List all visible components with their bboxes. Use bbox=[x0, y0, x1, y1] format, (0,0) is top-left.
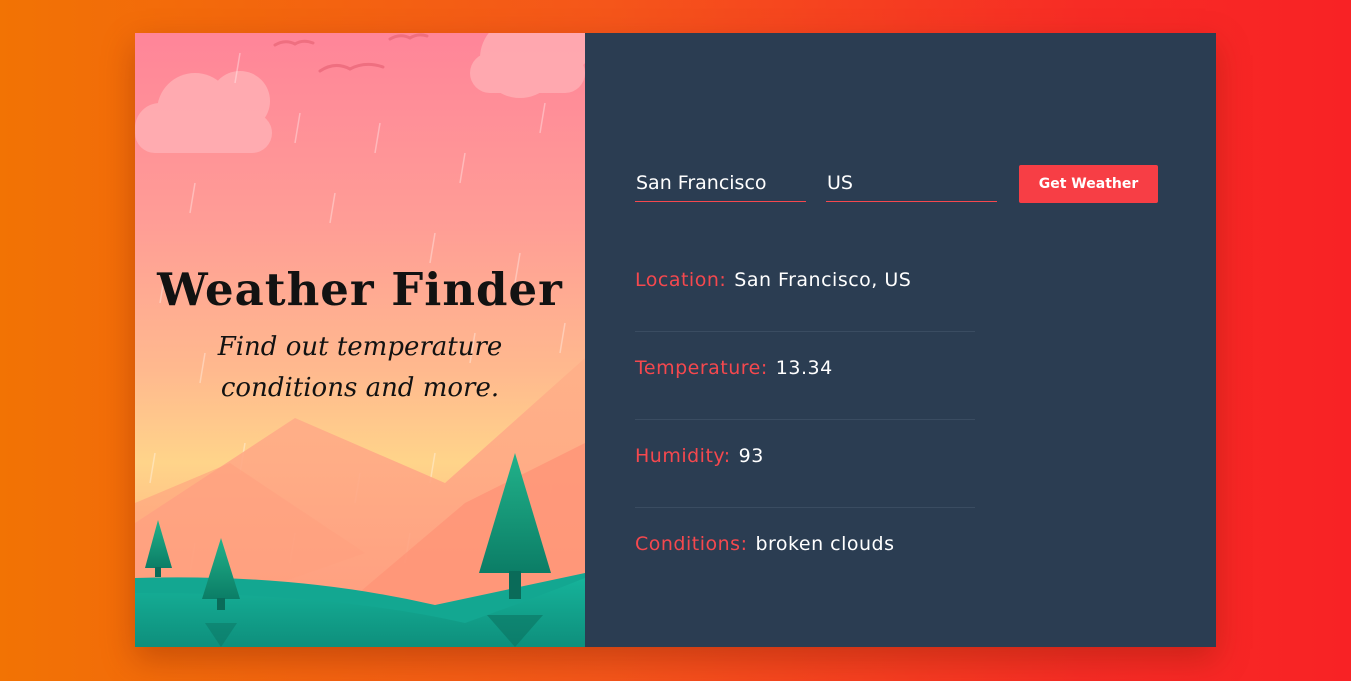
conditions-label: Conditions: bbox=[635, 533, 748, 555]
weather-panel: Get Weather Location: San Francisco, US … bbox=[585, 33, 1216, 647]
app-subtitle: Find out temperature conditions and more… bbox=[217, 332, 503, 403]
humidity-value: 93 bbox=[738, 444, 764, 467]
weather-results: Location: San Francisco, US Temperature:… bbox=[635, 244, 975, 596]
app-title: Weather Finder bbox=[157, 263, 563, 316]
conditions-row: Conditions: broken clouds bbox=[635, 508, 975, 596]
location-row: Location: San Francisco, US bbox=[635, 244, 975, 332]
city-input[interactable] bbox=[635, 164, 806, 202]
weather-form: Get Weather bbox=[635, 164, 1158, 203]
hero-text: Weather Finder Find out temperature cond… bbox=[135, 259, 585, 409]
cloud-left bbox=[135, 71, 272, 153]
weather-card: Weather Finder Find out temperature cond… bbox=[135, 33, 1216, 647]
cloud-right bbox=[470, 33, 585, 98]
humidity-row: Humidity: 93 bbox=[635, 420, 975, 508]
temperature-row: Temperature: 13.34 bbox=[635, 332, 975, 420]
country-input[interactable] bbox=[826, 164, 997, 202]
birds bbox=[273, 33, 429, 73]
location-label: Location: bbox=[635, 268, 727, 291]
conditions-value: broken clouds bbox=[755, 533, 895, 555]
get-weather-button[interactable]: Get Weather bbox=[1019, 165, 1158, 203]
temperature-value: 13.34 bbox=[775, 356, 833, 379]
temperature-label: Temperature: bbox=[635, 356, 768, 379]
humidity-label: Humidity: bbox=[635, 444, 731, 467]
illustration-panel: Weather Finder Find out temperature cond… bbox=[135, 33, 585, 647]
location-value: San Francisco, US bbox=[734, 268, 912, 291]
